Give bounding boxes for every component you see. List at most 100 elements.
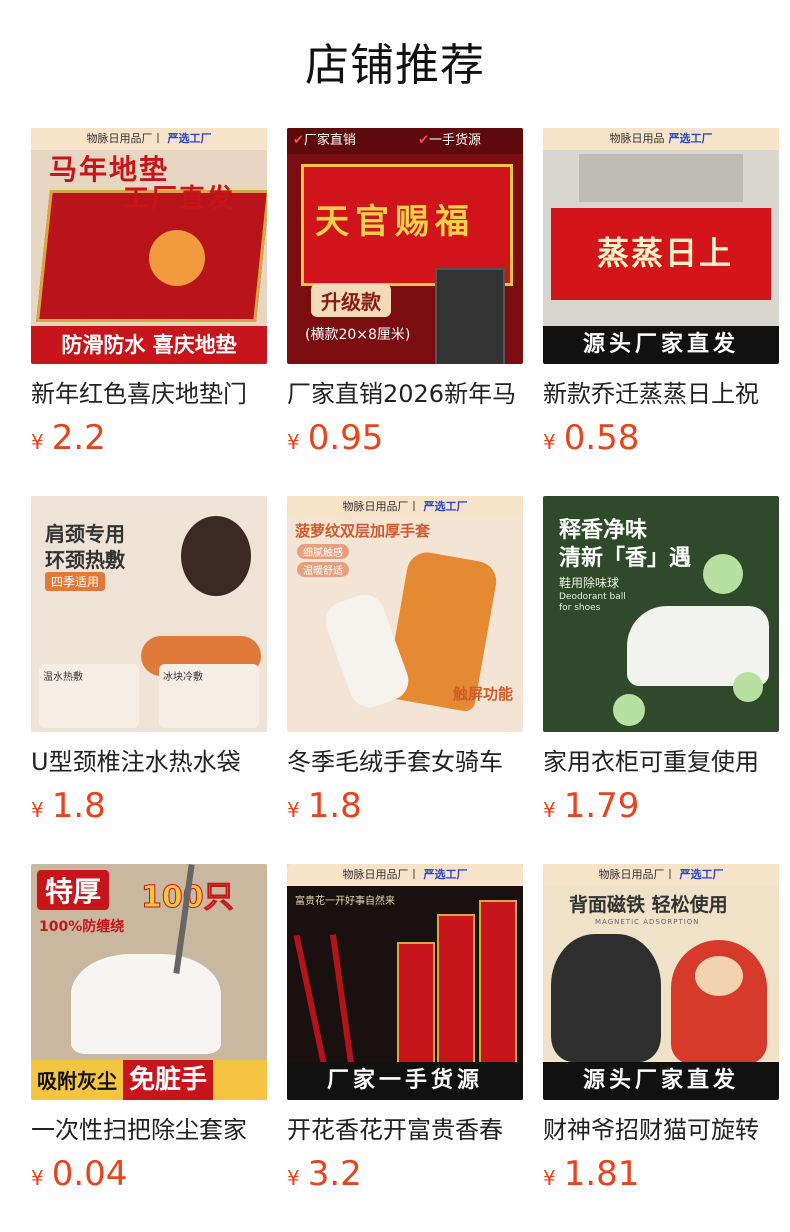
product-card[interactable]: 物脉日用品厂丨 严选工厂 背面磁铁 轻松使用 MAGNETIC ADSORPTIO…	[543, 864, 779, 1194]
thumb-note: 100%防缠绕	[39, 919, 125, 935]
label-a: 温水热敷	[43, 672, 83, 683]
tag-right: 一手货源	[428, 133, 481, 148]
product-thumbnail[interactable]: 特厚 100只 100%防缠绕 吸附灰尘免脏手	[31, 864, 267, 1100]
deodorant-ball-icon	[613, 694, 645, 726]
product-price: ¥1.79	[543, 786, 639, 826]
thumb-headline: 天官赐福	[315, 202, 475, 242]
product-card[interactable]: 物脉日用品 严选工厂 蒸蒸日上 源头厂家直发 新款乔迁蒸蒸日上祝 ¥0.58	[543, 128, 779, 458]
product-price: ¥2.2	[31, 418, 106, 458]
brand-text: 物脉日用品厂丨	[86, 132, 164, 145]
mop-cover-image	[71, 954, 221, 1054]
upgrade-badge: 升级款	[311, 284, 391, 317]
thumb-headline: 菠萝纹双层加厚手套	[295, 522, 431, 540]
door-image	[435, 268, 505, 364]
product-card[interactable]: 特厚 100只 100%防缠绕 吸附灰尘免脏手 一次性扫把除尘套家 ¥0.04	[31, 864, 267, 1194]
product-thumbnail[interactable]: 物脉日用品厂丨 严选工厂 富贵花一开好事自然来 厂家一手货源	[287, 864, 523, 1100]
product-name[interactable]: 财神爷招财猫可旋转	[543, 1114, 779, 1146]
product-price: ¥0.58	[543, 418, 639, 458]
product-card[interactable]: ✔厂家直销 ✔一手货源 天官赐福 升级款 (横款20×8厘米) 厂家直销2026…	[287, 128, 523, 458]
price-value: 1.8	[307, 786, 362, 826]
thumb-headline-2: 工厂直发	[123, 184, 236, 214]
deodorant-ball-icon	[703, 554, 743, 594]
product-name[interactable]: 新款乔迁蒸蒸日上祝	[543, 378, 779, 410]
size-note: (横款20×8厘米)	[305, 327, 411, 343]
check-icon: ✔	[418, 133, 429, 148]
product-name[interactable]: 家用衣柜可重复使用	[543, 746, 779, 778]
product-price: ¥1.8	[287, 786, 362, 826]
thumb-bottom-banner: 防滑防水 喜庆地垫	[31, 326, 267, 364]
product-name[interactable]: U型颈椎注水热水袋	[31, 746, 267, 778]
product-card[interactable]: 物脉日用品厂丨 严选工厂 马年地垫 工厂直发 防滑防水 喜庆地垫 新年红色喜庆地垫…	[31, 128, 267, 458]
thumb-tag: 特厚	[37, 870, 110, 910]
brand-text: 物脉日用品	[609, 132, 665, 145]
product-thumbnail[interactable]: 肩颈专用 环颈热敷 四季适用 温水热敷 冰块冷敷	[31, 496, 267, 732]
corner-label: 触屏功能	[452, 685, 513, 703]
currency-symbol: ¥	[543, 430, 556, 454]
price-value: 0.58	[563, 418, 640, 458]
product-name[interactable]: 一次性扫把除尘套家	[31, 1114, 267, 1146]
brand-badge: 严选工厂	[668, 132, 713, 145]
incense-box-image	[437, 914, 475, 1068]
product-price: ¥0.95	[287, 418, 383, 458]
ice-panel: 冰块冷敷	[159, 664, 259, 728]
product-thumbnail[interactable]: 物脉日用品厂丨 严选工厂 背面磁铁 轻松使用 MAGNETIC ADSORPTIO…	[543, 864, 779, 1100]
currency-symbol: ¥	[31, 430, 44, 454]
brand-strip: 物脉日用品厂丨 严选工厂	[287, 864, 523, 886]
label-b: 冰块冷敷	[163, 672, 203, 683]
thumb-sub: MAGNETIC ADSORPTION	[595, 918, 700, 926]
thumb-sub: 鞋用除味球	[559, 576, 620, 590]
product-name[interactable]: 厂家直销2026新年马	[287, 378, 523, 410]
brand-strip: 物脉日用品 严选工厂	[543, 128, 779, 150]
product-name[interactable]: 新年红色喜庆地垫门	[31, 378, 267, 410]
product-thumbnail[interactable]: 物脉日用品 严选工厂 蒸蒸日上 源头厂家直发	[543, 128, 779, 364]
thumb-headline-2: 环颈热敷	[45, 548, 125, 572]
price-value: 0.95	[307, 418, 384, 458]
currency-symbol: ¥	[287, 430, 300, 454]
thumb-badge: 四季适用	[45, 572, 106, 591]
brand-badge: 严选工厂	[167, 132, 212, 145]
range-hood-image	[579, 154, 743, 202]
product-thumbnail[interactable]: 释香净味 清新「香」遇 鞋用除味球 Deodorant ball for sho…	[543, 496, 779, 732]
brand-strip: 物脉日用品厂丨 严选工厂	[287, 496, 523, 518]
product-card[interactable]: 物脉日用品厂丨 严选工厂 菠萝纹双层加厚手套 细腻触感 温暖舒适 触屏功能 冬季毛…	[287, 496, 523, 826]
brand-text: 物脉日用品厂丨	[598, 868, 676, 881]
thumb-top-bar: ✔厂家直销 ✔一手货源	[287, 128, 523, 154]
brand-strip: 物脉日用品厂丨 严选工厂	[31, 128, 267, 150]
thumb-sub: 富贵花一开好事自然来	[295, 896, 395, 907]
price-value: 3.2	[307, 1154, 362, 1194]
incense-box-image	[479, 900, 517, 1068]
check-icon: ✔	[293, 133, 304, 148]
currency-symbol: ¥	[543, 1166, 556, 1190]
product-name[interactable]: 冬季毛绒手套女骑车	[287, 746, 523, 778]
product-price: ¥1.8	[31, 786, 106, 826]
product-card[interactable]: 释香净味 清新「香」遇 鞋用除味球 Deodorant ball for sho…	[543, 496, 779, 826]
product-card[interactable]: 肩颈专用 环颈热敷 四季适用 温水热敷 冰块冷敷 U型颈椎注水热水袋 ¥1.8	[31, 496, 267, 826]
brand-text: 物脉日用品厂丨	[342, 500, 420, 513]
price-value: 1.81	[563, 1154, 640, 1194]
product-name[interactable]: 开花香花开富贵香春	[287, 1114, 523, 1146]
thumb-bottom-banner: 厂家一手货源	[287, 1062, 523, 1100]
thumb-bottom-banner: 源头厂家直发	[543, 1062, 779, 1100]
price-value: 2.2	[51, 418, 106, 458]
product-card[interactable]: 物脉日用品厂丨 严选工厂 富贵花一开好事自然来 厂家一手货源 开花香花开富贵香春 …	[287, 864, 523, 1194]
pill-b: 温暖舒适	[297, 562, 349, 577]
thumb-headline: 蒸蒸日上	[597, 234, 734, 272]
thumb-headline: 背面磁铁 轻松使用	[569, 894, 728, 916]
product-thumbnail[interactable]: 物脉日用品厂丨 严选工厂 菠萝纹双层加厚手套 细腻触感 温暖舒适 触屏功能	[287, 496, 523, 732]
product-price: ¥0.04	[31, 1154, 127, 1194]
tag-left: 厂家直销	[303, 133, 356, 148]
product-thumbnail[interactable]: 物脉日用品厂丨 严选工厂 马年地垫 工厂直发 防滑防水 喜庆地垫	[31, 128, 267, 364]
figure-face	[695, 956, 743, 996]
thumb-bottom-banner: 吸附灰尘 免脏手	[31, 1060, 267, 1100]
hot-water-panel: 温水热敷	[39, 664, 139, 728]
pill-a: 细腻触感	[297, 544, 349, 559]
brand-badge: 严选工厂	[423, 500, 468, 513]
person-hair-image	[181, 516, 251, 596]
thumb-headline: 肩颈专用	[45, 522, 125, 546]
product-price: ¥3.2	[287, 1154, 362, 1194]
thumb-bottom-banner: 源头厂家直发	[543, 326, 779, 364]
currency-symbol: ¥	[31, 1166, 44, 1190]
incense-stick-image	[293, 934, 327, 1064]
product-thumbnail[interactable]: ✔厂家直销 ✔一手货源 天官赐福 升级款 (横款20×8厘米)	[287, 128, 523, 364]
thumb-sub-en: Deodorant ball for shoes	[559, 592, 626, 613]
